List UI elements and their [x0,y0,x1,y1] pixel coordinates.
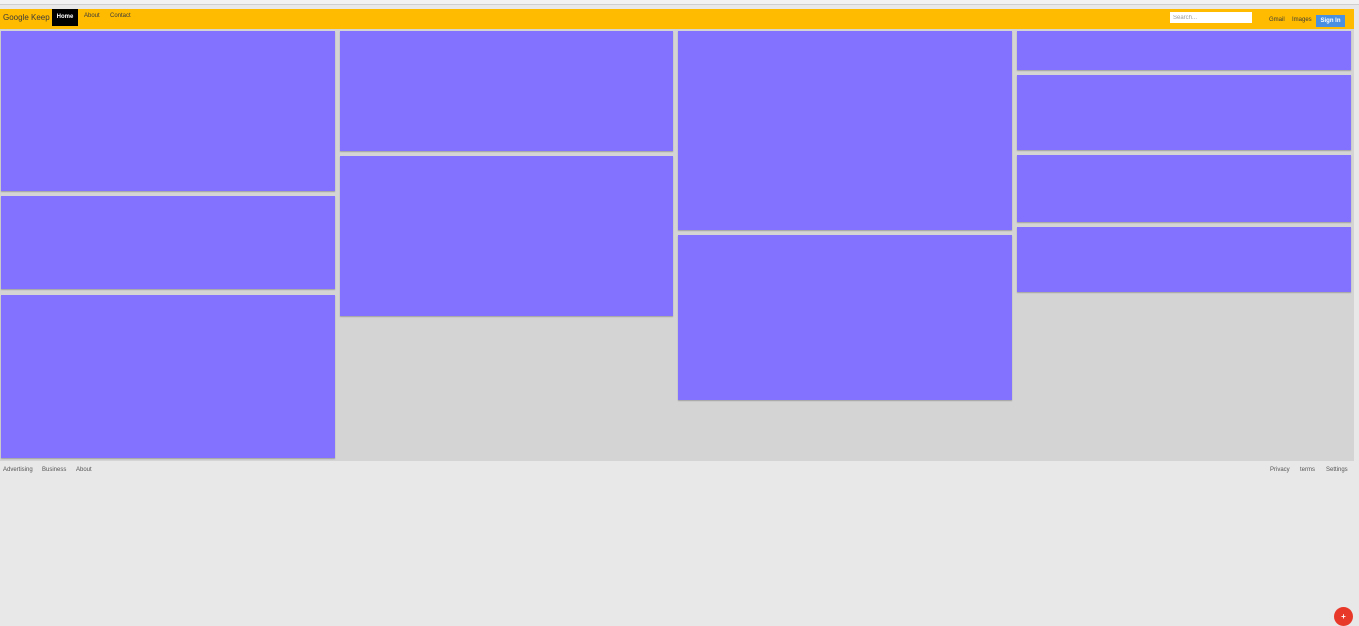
note-card[interactable] [1,295,335,458]
note-card[interactable] [678,31,1012,230]
browser-top-strip [0,0,1359,5]
note-card[interactable] [340,156,673,316]
footer-privacy-link[interactable]: Privacy [1270,467,1290,473]
nav-about-link[interactable]: About [84,13,100,19]
note-card[interactable] [1017,31,1351,70]
footer: Advertising Business About Privacy terms… [0,466,1354,478]
note-card[interactable] [1,196,335,289]
gmail-link[interactable]: Gmail [1269,17,1285,23]
note-card[interactable] [1017,75,1351,150]
note-card[interactable] [1,31,335,191]
sign-in-button[interactable]: Sign In [1316,15,1345,27]
note-card[interactable] [1017,227,1351,292]
images-link[interactable]: Images [1292,17,1312,23]
footer-business-link[interactable]: Business [42,467,66,473]
nav-contact-link[interactable]: Contact [110,13,131,19]
top-navbar: Google Keep Home About Contact Gmail Ima… [0,9,1354,29]
footer-settings-link[interactable]: Settings [1326,467,1348,473]
footer-about-link[interactable]: About [76,467,92,473]
footer-advertising-link[interactable]: Advertising [3,467,33,473]
note-card[interactable] [340,31,673,151]
search-input[interactable] [1170,12,1252,23]
footer-terms-link[interactable]: terms [1300,467,1315,473]
notes-grid [0,29,1354,461]
nav-home-link[interactable]: Home [52,9,78,26]
add-note-button[interactable]: + [1334,607,1353,626]
note-card[interactable] [678,235,1012,400]
note-card[interactable] [1017,155,1351,222]
plus-icon: + [1341,612,1346,621]
brand-logo[interactable]: Google Keep [3,13,50,22]
